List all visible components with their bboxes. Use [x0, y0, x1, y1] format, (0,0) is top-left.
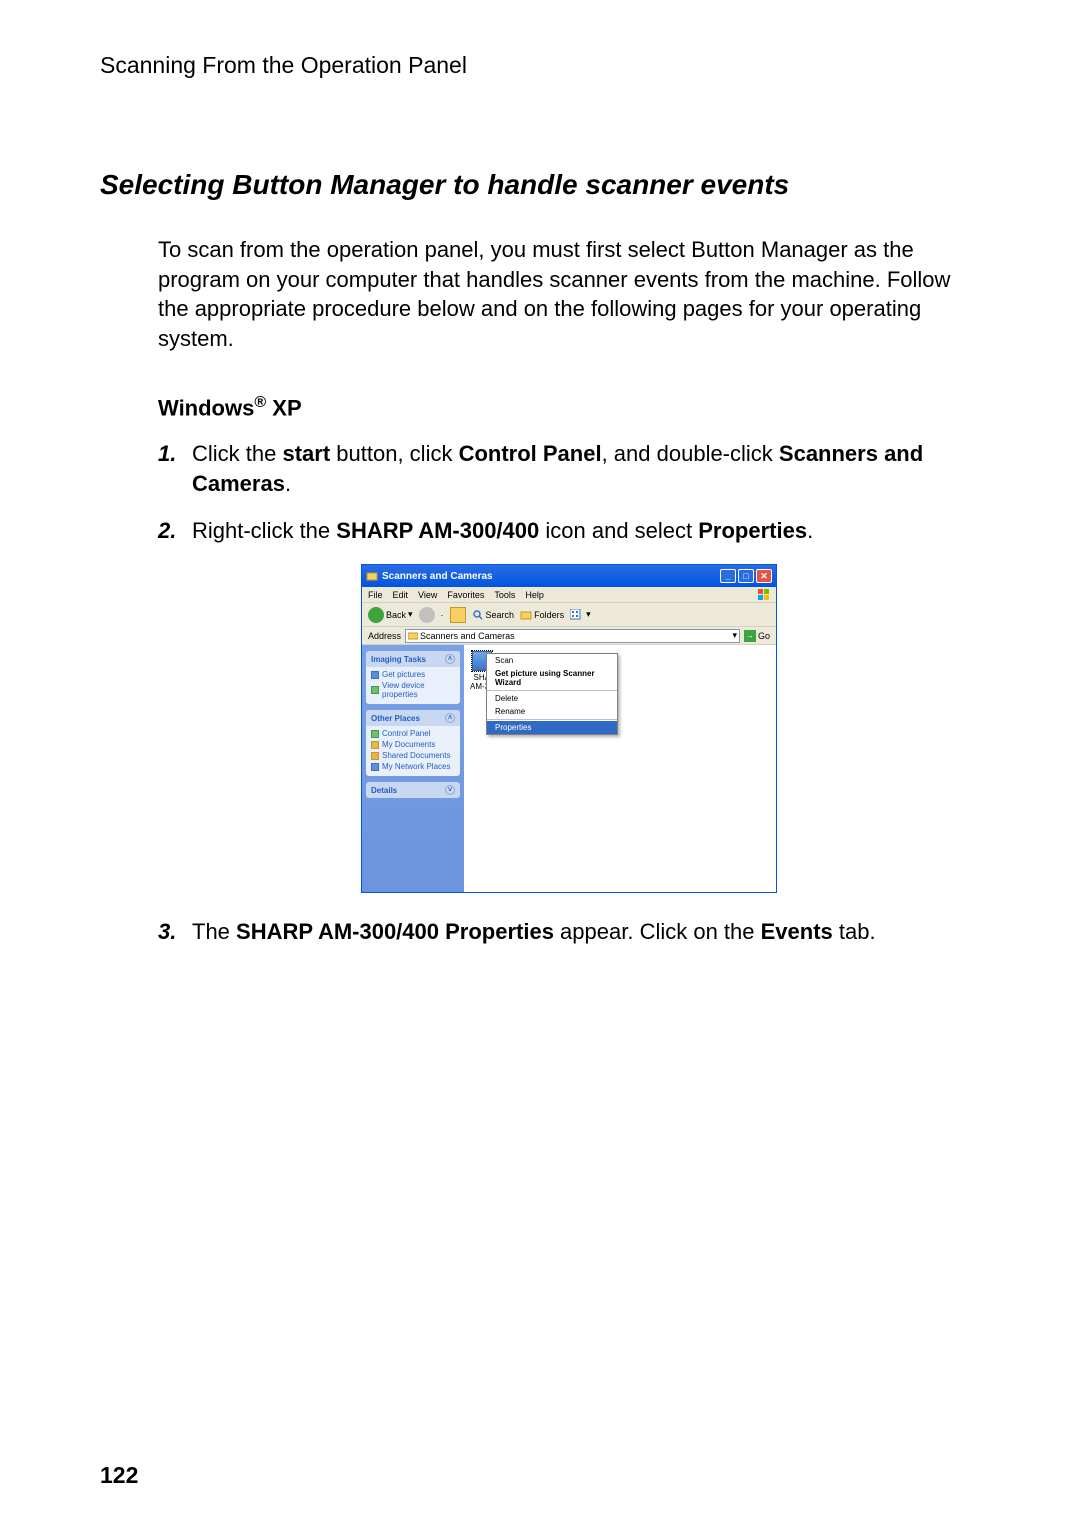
subhead-prefix: Windows — [158, 395, 254, 420]
details-panel: Details˅ — [366, 782, 460, 798]
side-panel: Imaging Tasks˄ Get pictures View device … — [362, 645, 464, 892]
menu-favorites[interactable]: Favorites — [447, 590, 484, 600]
expand-icon[interactable]: ˅ — [445, 785, 455, 795]
step-number: 1. — [158, 439, 192, 498]
sidebar-item-device-properties[interactable]: View device properties — [371, 681, 455, 699]
address-field[interactable]: Scanners and Cameras ▾ — [405, 629, 740, 643]
menu-separator — [487, 719, 617, 720]
menu-separator — [487, 690, 617, 691]
maximize-button[interactable]: □ — [738, 569, 754, 583]
folders-button[interactable]: Folders — [520, 609, 564, 621]
window-buttons: _ □ ✕ — [720, 569, 772, 583]
menu-file[interactable]: File — [368, 590, 383, 600]
window-body: Imaging Tasks˄ Get pictures View device … — [362, 645, 776, 892]
step-1: 1. Click the start button, click Control… — [158, 439, 980, 498]
subhead-suffix: XP — [266, 395, 301, 420]
sidebar-item-control-panel[interactable]: Control Panel — [371, 729, 455, 738]
screenshot-window: Scanners and Cameras _ □ ✕ File Edit Vie… — [361, 564, 777, 893]
os-subheading: Windows® XP — [158, 394, 980, 421]
minimize-button[interactable]: _ — [720, 569, 736, 583]
views-icon — [570, 609, 584, 621]
step-text: Right-click the SHARP AM-300/400 icon an… — [192, 516, 980, 546]
window-icon — [366, 570, 378, 582]
other-places-panel: Other Places˄ Control Panel My Documents… — [366, 710, 460, 776]
sidebar-item-network-places[interactable]: My Network Places — [371, 762, 455, 771]
step-2: 2. Right-click the SHARP AM-300/400 icon… — [158, 516, 980, 546]
sidebar-item-get-pictures[interactable]: Get pictures — [371, 670, 455, 679]
menu-item-delete[interactable]: Delete — [487, 692, 617, 705]
go-button[interactable]: →Go — [744, 630, 770, 642]
windows-flag-icon — [758, 589, 770, 601]
picture-icon — [371, 671, 379, 679]
steps-list: 1. Click the start button, click Control… — [158, 439, 980, 947]
views-button[interactable]: ▾ — [570, 609, 591, 621]
registered-mark: ® — [254, 394, 266, 411]
menu-tools[interactable]: Tools — [494, 590, 515, 600]
address-label: Address — [368, 631, 401, 641]
properties-icon — [371, 686, 379, 694]
menu-bar: File Edit View Favorites Tools Help — [362, 587, 776, 603]
collapse-icon[interactable]: ˄ — [445, 654, 455, 664]
sidebar-item-my-documents[interactable]: My Documents — [371, 740, 455, 749]
menu-view[interactable]: View — [418, 590, 437, 600]
step-number: 2. — [158, 516, 192, 546]
context-menu: Scan Get picture using Scanner Wizard De… — [486, 653, 618, 735]
menu-item-rename[interactable]: Rename — [487, 705, 617, 718]
step-text: The SHARP AM-300/400 Properties appear. … — [192, 917, 980, 947]
folder-icon — [371, 752, 379, 760]
window-title: Scanners and Cameras — [382, 571, 493, 582]
menu-item-properties[interactable]: Properties — [487, 721, 617, 734]
separator: · — [441, 610, 444, 620]
collapse-icon[interactable]: ˄ — [445, 713, 455, 723]
imaging-tasks-panel: Imaging Tasks˄ Get pictures View device … — [366, 651, 460, 704]
menu-item-scanner-wizard[interactable]: Get picture using Scanner Wizard — [487, 667, 617, 689]
address-bar: Address Scanners and Cameras ▾ →Go — [362, 627, 776, 645]
menu-help[interactable]: Help — [525, 590, 544, 600]
page-header: Scanning From the Operation Panel — [100, 52, 980, 79]
window-titlebar: Scanners and Cameras _ □ ✕ — [362, 565, 776, 587]
search-button[interactable]: Search — [472, 609, 515, 621]
intro-paragraph: To scan from the operation panel, you mu… — [158, 235, 980, 354]
step-3: 3. The SHARP AM-300/400 Properties appea… — [158, 917, 980, 947]
menu-edit[interactable]: Edit — [393, 590, 409, 600]
step-number: 3. — [158, 917, 192, 947]
section-title: Selecting Button Manager to handle scann… — [100, 169, 980, 201]
address-value: Scanners and Cameras — [420, 631, 515, 641]
forward-button[interactable] — [419, 607, 435, 623]
network-icon — [371, 763, 379, 771]
back-button[interactable]: Back ▾ — [368, 607, 413, 623]
menu-item-scan[interactable]: Scan — [487, 654, 617, 667]
folder-icon — [520, 609, 532, 621]
toolbar: Back ▾ · Search Folders ▾ — [362, 603, 776, 627]
close-button[interactable]: ✕ — [756, 569, 772, 583]
up-folder-icon[interactable] — [450, 607, 466, 623]
folder-icon — [371, 730, 379, 738]
sidebar-item-shared-documents[interactable]: Shared Documents — [371, 751, 455, 760]
search-icon — [472, 609, 484, 621]
page-number: 122 — [100, 1462, 138, 1489]
step-text: Click the start button, click Control Pa… — [192, 439, 980, 498]
figure-wrapper: Scanners and Cameras _ □ ✕ File Edit Vie… — [158, 564, 980, 893]
address-icon — [408, 631, 418, 641]
content-area: SHA AM-30 Scan Get picture using Scanner… — [464, 645, 776, 892]
folder-icon — [371, 741, 379, 749]
